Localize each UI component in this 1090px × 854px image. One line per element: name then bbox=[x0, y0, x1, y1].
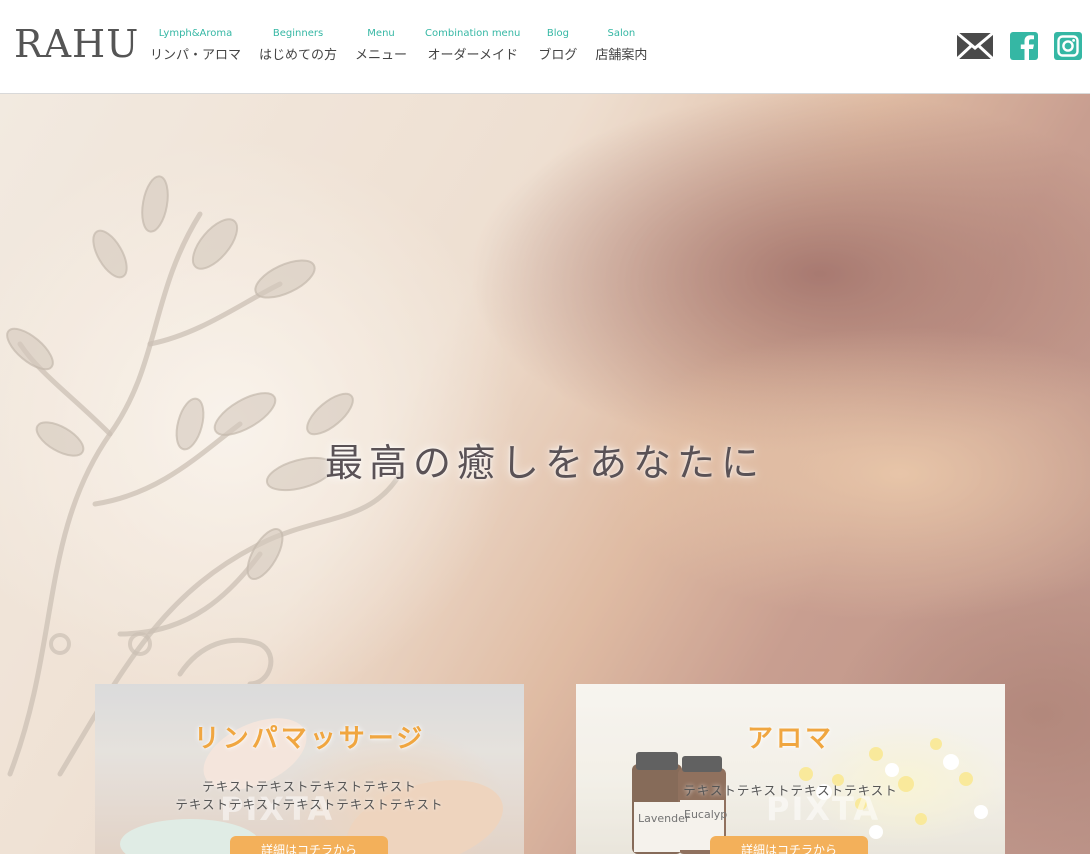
card-lymph-massage[interactable]: PIXTA リンパマッサージ テキストテキストテキストテキスト テキストテキスト… bbox=[95, 684, 524, 854]
main-nav: Lymph&Aroma リンパ・アロマ Beginners はじめての方 Men… bbox=[150, 28, 665, 63]
card-description: テキストテキストテキストテキスト bbox=[576, 782, 1005, 800]
card-text-line: テキストテキストテキストテキストテキスト bbox=[175, 797, 444, 812]
card-title: リンパマッサージ bbox=[193, 724, 426, 754]
nav-item-menu[interactable]: Menu メニュー bbox=[355, 28, 407, 63]
nav-item-beginners[interactable]: Beginners はじめての方 bbox=[259, 28, 337, 63]
nav-label-jp: リンパ・アロマ bbox=[150, 48, 242, 63]
details-button[interactable]: 詳細はコチラから bbox=[230, 836, 388, 854]
card-description: テキストテキストテキストテキスト テキストテキストテキストテキストテキスト bbox=[95, 778, 524, 814]
nav-label-en: Salon bbox=[607, 28, 636, 39]
details-button[interactable]: 詳細はコチラから bbox=[710, 836, 868, 854]
facebook-icon[interactable] bbox=[1010, 31, 1038, 61]
nav-label-en: Blog bbox=[546, 28, 569, 39]
nav-label-en: Combination menu bbox=[425, 28, 521, 39]
instagram-icon[interactable] bbox=[1054, 31, 1084, 61]
nav-item-blog[interactable]: Blog ブログ bbox=[538, 28, 577, 63]
nav-label-jp: 店舗案内 bbox=[595, 48, 648, 63]
nav-label-jp: ブログ bbox=[538, 48, 578, 63]
nav-item-salon[interactable]: Salon 店舗案内 bbox=[595, 28, 647, 63]
card-text-line: テキストテキストテキストテキスト bbox=[683, 783, 898, 798]
nav-label-jp: メニュー bbox=[355, 48, 408, 63]
card-overlay bbox=[95, 684, 524, 854]
nav-label-en: Lymph&Aroma bbox=[158, 28, 233, 39]
nav-label-en: Menu bbox=[367, 28, 395, 39]
mail-icon[interactable] bbox=[956, 31, 994, 61]
site-logo[interactable]: RAHU bbox=[14, 22, 139, 66]
nav-item-combination-menu[interactable]: Combination menu オーダーメイド bbox=[425, 28, 520, 63]
nav-label-en: Beginners bbox=[272, 28, 324, 39]
card-text-line: テキストテキストテキストテキスト bbox=[202, 779, 417, 794]
card-aroma[interactable]: Lavender Eucalyp PIXTA アロマ テキストテキストテキストテ… bbox=[576, 684, 1005, 854]
site-header: RAHU Lymph&Aroma リンパ・アロマ Beginners はじめての… bbox=[0, 0, 1090, 94]
nav-label-jp: はじめての方 bbox=[259, 48, 338, 63]
nav-item-lymph-aroma[interactable]: Lymph&Aroma リンパ・アロマ bbox=[150, 28, 241, 63]
hero-title: 最高の癒しをあなたに bbox=[324, 441, 765, 485]
nav-label-jp: オーダーメイド bbox=[427, 48, 518, 63]
card-overlay bbox=[576, 684, 1005, 854]
card-title: アロマ bbox=[746, 724, 834, 754]
